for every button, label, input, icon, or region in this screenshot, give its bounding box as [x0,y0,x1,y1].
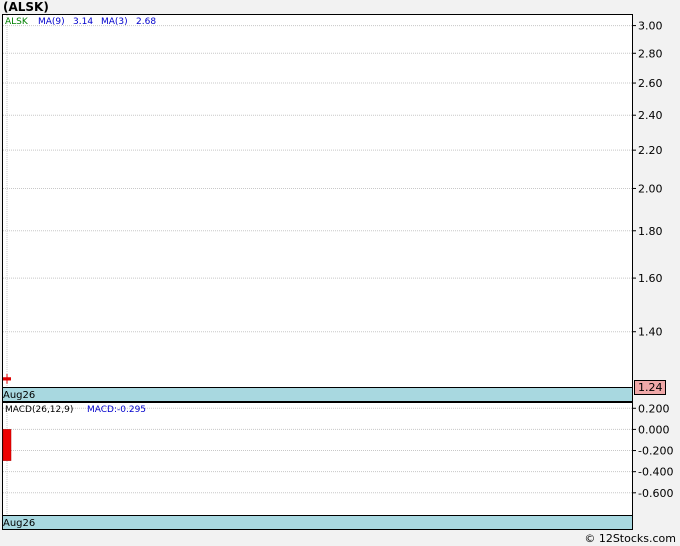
price-tick-label: 2.60 [638,77,663,90]
candle-body [3,377,11,381]
price-tick-label: 2.40 [638,109,663,122]
price-tick-label: 2.00 [638,182,663,195]
price-tick-label: 1.80 [638,225,663,238]
price-date-band [2,387,633,402]
macd-bars [2,429,12,461]
price-date-label: Aug26 [3,390,35,401]
price-tick-label: 2.20 [638,144,663,157]
price-tick-label: 2.80 [638,47,663,60]
price-tick-label: 1.40 [638,326,663,339]
macd-tick-label: -0.200 [638,445,673,458]
macd-value-label: MACD:-0.295 [87,405,146,415]
macd-date-label: Aug26 [3,518,35,529]
symbol-label: ALSK [5,17,29,27]
price-panel: 3.00 2.80 2.60 2.40 2.20 2.00 1.80 1.60 1.40 ALS… [2,14,666,402]
price-y-axis: 3.00 2.80 2.60 2.40 2.20 2.00 1.80 1.60 1.40 [632,20,663,339]
macd-bar [2,429,12,461]
ma3-value: 2.68 [136,17,156,27]
price-tick-label: 1.60 [638,272,663,285]
macd-tick-label: 0.000 [638,423,670,436]
macd-date-band [2,515,633,530]
ma9-value: 3.14 [73,17,93,27]
price-tick-label: 3.00 [638,20,663,33]
last-price-label: 1.24 [638,381,663,394]
stock-chart: 3.00 2.80 2.60 2.40 2.20 2.00 1.80 1.60 1.40 ALS… [2,14,673,530]
ma9-label: MA(9) [38,17,65,27]
macd-tick-label: -0.600 [638,487,673,500]
watermark: © 12Stocks.com [584,532,676,545]
macd-label: MACD(26,12,9) [5,405,73,415]
macd-tick-label: -0.400 [638,466,673,479]
macd-plot-area [2,402,633,516]
macd-panel: 0.200 0.000 -0.200 -0.400 -0.600 MACD(26,12,… [2,402,673,530]
ma3-label: MA(3) [101,17,128,27]
macd-y-axis: 0.200 0.000 -0.200 -0.400 -0.600 [632,402,673,500]
macd-tick-label: 0.200 [638,402,670,415]
